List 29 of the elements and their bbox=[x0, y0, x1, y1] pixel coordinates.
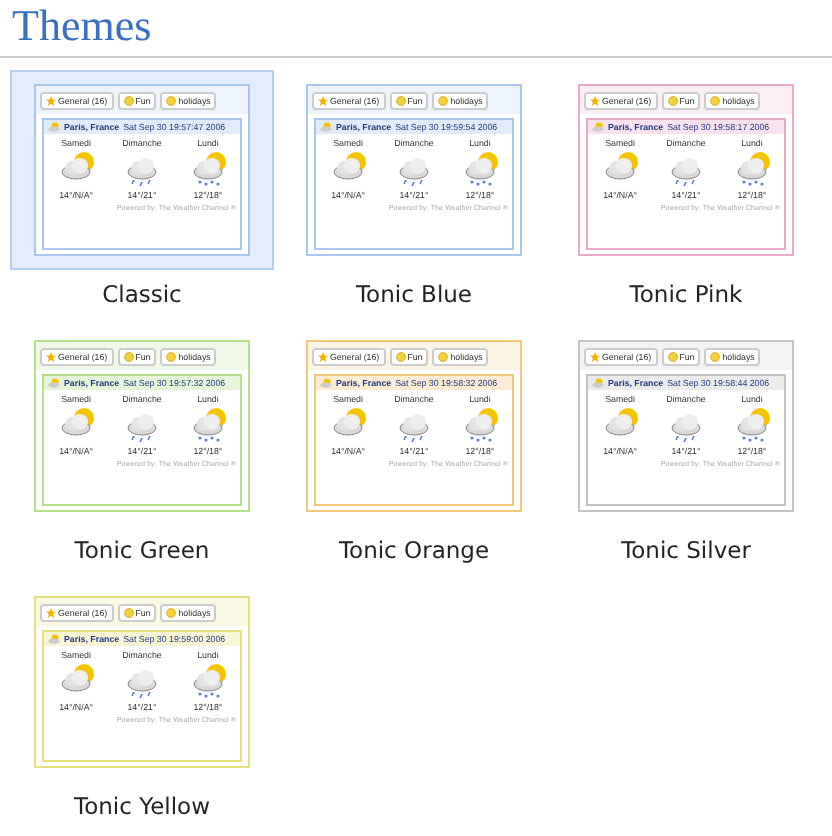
star-icon bbox=[590, 96, 600, 106]
weather-icon bbox=[48, 378, 60, 388]
weather-icon bbox=[592, 378, 604, 388]
weather-icon bbox=[320, 378, 332, 388]
snow-cloud-icon bbox=[189, 662, 226, 700]
theme-name: Tonic Pink bbox=[629, 278, 743, 310]
star-icon bbox=[46, 96, 56, 106]
page-title: Themes bbox=[12, 0, 154, 52]
theme-name: Tonic Green bbox=[74, 534, 210, 566]
snow-cloud-icon bbox=[733, 406, 770, 444]
snow-cloud-icon bbox=[189, 406, 226, 444]
star-icon bbox=[46, 608, 56, 618]
snow-cloud-icon bbox=[189, 150, 226, 188]
theme-name: Tonic Yellow bbox=[74, 790, 210, 822]
star-icon bbox=[318, 96, 328, 106]
star-icon bbox=[590, 352, 600, 362]
theme-name: Classic bbox=[102, 278, 182, 310]
snow-cloud-icon bbox=[461, 406, 498, 444]
theme-name: Tonic Silver bbox=[621, 534, 751, 566]
star-icon bbox=[46, 352, 56, 362]
star-icon bbox=[318, 352, 328, 362]
snow-cloud-icon bbox=[733, 150, 770, 188]
snow-cloud-icon bbox=[461, 150, 498, 188]
theme-name: Tonic Blue bbox=[355, 278, 473, 310]
weather-icon bbox=[592, 122, 604, 132]
weather-icon bbox=[48, 634, 60, 644]
theme-name: Tonic Orange bbox=[338, 534, 490, 566]
weather-icon bbox=[48, 122, 60, 132]
weather-icon bbox=[320, 122, 332, 132]
